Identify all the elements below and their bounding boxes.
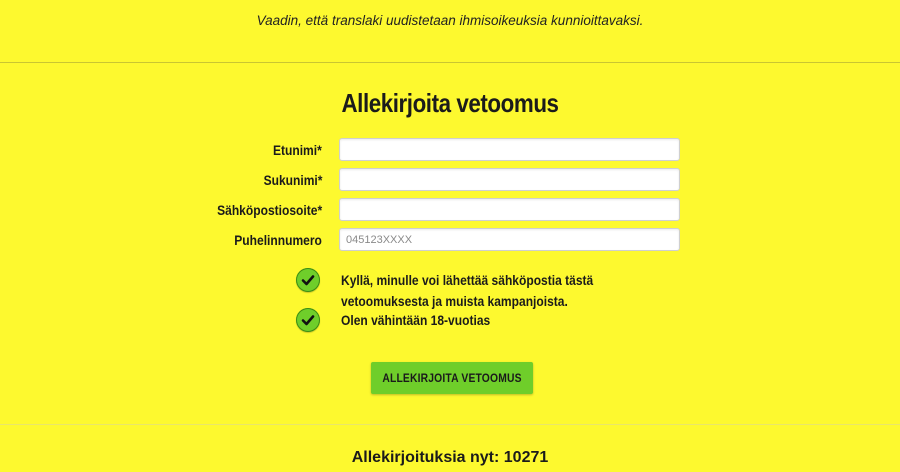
email-consent-checkbox-row[interactable]: Kyllä, minulle voi lähettää sähköpostia … bbox=[296, 268, 716, 312]
signature-counter: Allekirjoituksia nyt: 10271 bbox=[351, 449, 549, 466]
age-confirm-checkbox-row[interactable]: Olen vähintään 18-vuotias bbox=[296, 308, 716, 334]
first-name-label: Etunimi* bbox=[273, 142, 322, 158]
first-name-input[interactable] bbox=[339, 138, 680, 161]
email-row: Sähköpostiosoite* bbox=[0, 198, 900, 222]
email-label: Sähköpostiosoite* bbox=[216, 202, 322, 218]
petition-page: Vaadin, että translaki uudistetaan ihmis… bbox=[0, 0, 900, 472]
email-consent-label: Kyllä, minulle voi lähettää sähköpostia … bbox=[341, 272, 594, 309]
age-confirm-label: Olen vähintään 18-vuotias bbox=[341, 312, 491, 328]
form-title: Allekirjoita vetoomus bbox=[341, 88, 559, 118]
check-circle-icon[interactable] bbox=[296, 268, 320, 292]
sign-petition-button[interactable]: ALLEKIRJOITA VETOOMUS bbox=[371, 362, 533, 394]
phone-row: Puhelinnumero bbox=[0, 228, 900, 252]
phone-label: Puhelinnumero bbox=[234, 232, 322, 248]
first-name-row: Etunimi* bbox=[0, 138, 900, 162]
check-circle-icon[interactable] bbox=[296, 308, 320, 332]
email-input[interactable] bbox=[339, 198, 680, 221]
sign-petition-button-label: ALLEKIRJOITA VETOOMUS bbox=[382, 371, 522, 385]
bottom-divider bbox=[0, 424, 900, 425]
petition-intro-text: Vaadin, että translaki uudistetaan ihmis… bbox=[256, 13, 644, 28]
last-name-label: Sukunimi* bbox=[263, 172, 322, 188]
last-name-row: Sukunimi* bbox=[0, 168, 900, 192]
top-divider bbox=[0, 62, 900, 63]
phone-input[interactable] bbox=[339, 228, 680, 251]
last-name-input[interactable] bbox=[339, 168, 680, 191]
